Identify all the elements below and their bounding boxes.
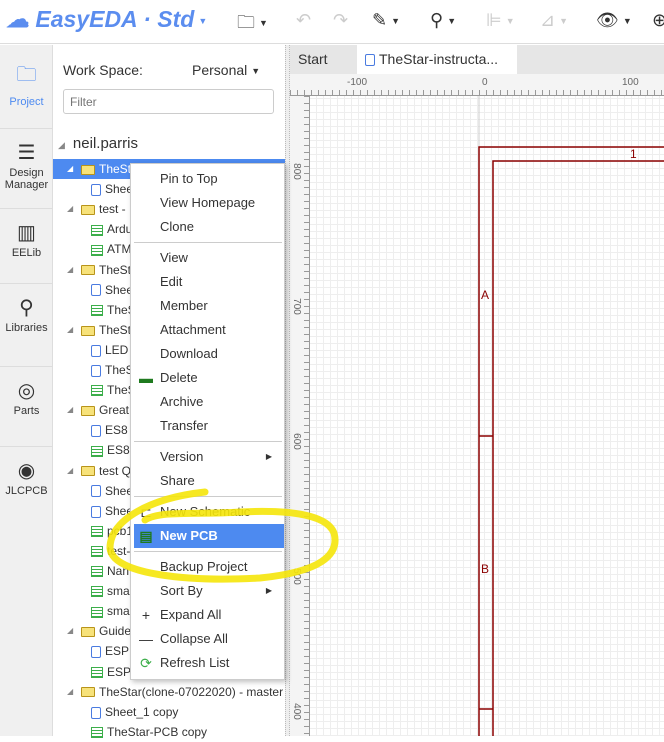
menu-item-delete[interactable]: ▬ Delete (134, 366, 284, 390)
schematic-icon: ⊏ (140, 504, 152, 520)
submenu-arrow-icon: ▶ (265, 452, 272, 461)
menu-item-clone[interactable]: Clone (134, 215, 284, 239)
menu-item-refresh-list[interactable]: ⟳ Refresh List (134, 651, 284, 675)
sheet-outer-border (478, 146, 664, 736)
pcb-icon: ▤ (139, 528, 153, 544)
menu-item-share[interactable]: Share (134, 469, 284, 493)
menu-item-backup-project[interactable]: Backup Project (134, 555, 284, 579)
menu-item-pin-to-top[interactable]: Pin to Top (134, 167, 284, 191)
menu-item-download[interactable]: Download (134, 342, 284, 366)
sheet-frame (478, 96, 664, 736)
delete-green-icon: ▬ (139, 370, 153, 386)
menu-item-expand-all[interactable]: + Expand All (134, 603, 284, 627)
sheet-row-label-a: A (481, 288, 490, 302)
menu-item-version[interactable]: Version ▶ (134, 445, 284, 469)
sheet-column-label: 1 (630, 147, 637, 161)
menu-item-new-pcb[interactable]: ▤ New PCB (134, 524, 284, 548)
context-menu: Pin to Top View Homepage Clone View Edit Memb… (130, 163, 285, 680)
menu-item-view-homepage[interactable]: View Homepage (134, 191, 284, 215)
menu-item-view[interactable]: View (134, 246, 284, 270)
menu-item-edit[interactable]: Edit (134, 270, 284, 294)
menu-item-collapse-all[interactable]: — Collapse All (134, 627, 284, 651)
menu-separator (134, 441, 282, 442)
menu-item-sort-by[interactable]: Sort By ▶ (134, 579, 284, 603)
menu-item-attachment[interactable]: Attachment (134, 318, 284, 342)
refresh-icon: ⟳ (140, 655, 152, 671)
sheet-row-label-b: B (481, 562, 490, 576)
plus-icon: + (141, 607, 151, 623)
menu-item-archive[interactable]: Archive (134, 390, 284, 414)
menu-item-new-schematic[interactable]: ⊏ New Schematic (134, 500, 284, 524)
menu-separator (134, 242, 282, 243)
minus-icon: — (139, 631, 153, 647)
submenu-arrow-icon: ▶ (265, 586, 272, 595)
menu-separator (134, 496, 282, 497)
menu-item-transfer[interactable]: Transfer (134, 414, 284, 438)
menu-item-member[interactable]: Member (134, 294, 284, 318)
sheet-inner-border (492, 160, 664, 736)
menu-separator (134, 551, 282, 552)
